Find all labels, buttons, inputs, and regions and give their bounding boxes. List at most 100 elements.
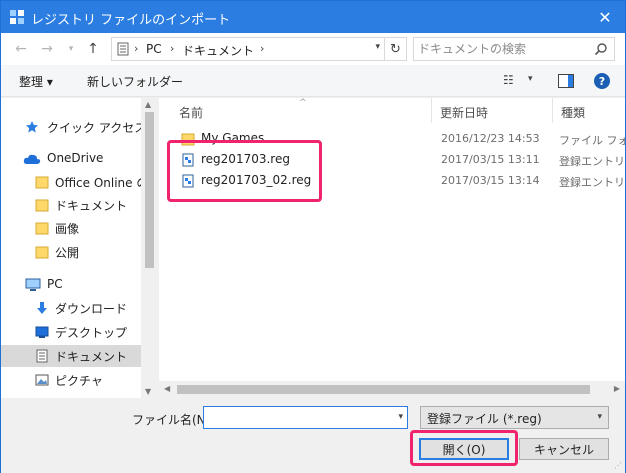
document-location-icon — [117, 42, 129, 56]
sidebar-item-label: ドキュメント — [55, 350, 128, 364]
column-header-label: 名前 — [179, 106, 204, 120]
filename-combobox[interactable]: ▾ — [203, 406, 408, 429]
desktop-icon — [35, 326, 49, 338]
sidebar-item-office-online[interactable]: Office Online の拡 — [1, 171, 158, 193]
recent-locations-button[interactable]: ▾ — [61, 39, 81, 59]
search-icon — [594, 43, 607, 56]
horizontal-scrollbar[interactable]: ◀ ▶ — [159, 381, 625, 398]
chevron-down-icon: ▾ — [597, 412, 602, 422]
help-icon[interactable]: ? — [594, 73, 610, 89]
highlight-open-button — [410, 430, 518, 466]
sidebar-item-pc[interactable]: PC — [1, 274, 141, 296]
file-date: 2017/03/15 13:11 — [441, 153, 540, 166]
address-dropdown-icon[interactable]: ▾ — [375, 42, 380, 52]
navigation-scrollbar[interactable]: ▲ ▼ — [141, 98, 158, 398]
sidebar-item-pictures[interactable]: ピクチャ — [1, 369, 141, 391]
back-button[interactable]: ← — [11, 39, 31, 59]
scroll-left-icon[interactable]: ◀ — [164, 384, 170, 393]
scroll-down-icon[interactable]: ▼ — [145, 387, 151, 396]
window-title: レジストリ ファイルのインポート — [31, 13, 231, 28]
scrollbar-thumb[interactable] — [145, 112, 154, 268]
dialog-footer: ファイル名(N): ▾ 登録ファイル (*.reg) ▾ ⋰ — [1, 399, 625, 473]
arrow-up-icon: ↑ — [87, 41, 99, 57]
column-header-type[interactable]: 種類 — [553, 98, 625, 123]
chevron-right-icon: › — [170, 42, 175, 55]
sidebar-item-label: デスクトップ — [55, 326, 128, 340]
sidebar-item-label: クイック アクセス — [47, 121, 147, 135]
command-bar: 整理 ▾ 新しいフォルダー ☷ ▾ ? — [1, 65, 625, 97]
registry-editor-icon — [10, 10, 24, 24]
preview-pane-icon[interactable] — [558, 74, 574, 88]
close-button[interactable]: ✕ — [585, 1, 625, 33]
highlight-registry-files — [167, 140, 322, 202]
organize-button[interactable]: 整理 ▾ — [19, 73, 53, 90]
address-segment-pc[interactable]: PC — [146, 42, 162, 56]
folder-icon — [35, 246, 49, 259]
arrow-left-icon: ← — [15, 41, 27, 57]
refresh-button[interactable]: ↻ — [384, 38, 406, 60]
computer-icon — [25, 278, 41, 291]
file-type: 登録エントリ — [559, 176, 625, 189]
star-icon — [26, 121, 38, 133]
address-row: ← → ▾ ↑ › PC › ドキュメント › ▾ ↻ — [1, 33, 625, 65]
file-date: 2017/03/15 13:14 — [441, 174, 540, 187]
chevron-down-icon: ▾ — [68, 44, 74, 54]
file-date: 2016/12/23 14:53 — [441, 132, 540, 145]
search-input[interactable] — [418, 40, 588, 58]
folder-icon — [35, 199, 49, 212]
scrollbar-thumb[interactable] — [177, 385, 590, 394]
file-type: ファイル フォルダー — [559, 134, 625, 147]
sidebar-item-onedrive-documents[interactable]: ドキュメント — [1, 194, 141, 216]
cancel-button[interactable]: キャンセル — [519, 438, 609, 460]
address-segment-documents[interactable]: ドキュメント — [182, 42, 254, 59]
view-options-dropdown-icon[interactable]: ▾ — [528, 74, 533, 84]
column-header-date-modified[interactable]: 更新日時 — [432, 98, 552, 123]
sidebar-item-desktop[interactable]: デスクトップ — [1, 321, 141, 343]
sidebar-item-images[interactable]: 画像 — [1, 217, 141, 239]
file-type: 登録エントリ — [559, 155, 625, 168]
new-folder-button[interactable]: 新しいフォルダー — [87, 73, 183, 90]
arrow-right-icon: → — [41, 41, 53, 57]
filetype-select[interactable]: 登録ファイル (*.reg) ▾ — [420, 406, 609, 429]
address-bar[interactable]: › PC › ドキュメント › ▾ ↻ — [111, 37, 407, 61]
sidebar-item-downloads[interactable]: ダウンロード — [1, 297, 141, 319]
column-header-label: 種類 — [561, 106, 586, 120]
help-label: ? — [598, 74, 606, 88]
forward-button[interactable]: → — [37, 39, 57, 59]
scroll-up-icon[interactable]: ▲ — [145, 100, 151, 109]
cloud-icon — [23, 154, 41, 164]
filename-input[interactable] — [206, 409, 386, 426]
change-view-icon[interactable]: ☷ — [503, 73, 514, 87]
picture-icon — [35, 374, 49, 386]
column-header-label: 更新日時 — [440, 106, 489, 120]
sidebar-item-label: ピクチャ — [55, 374, 103, 388]
title-bar: レジストリ ファイルのインポート ✕ — [1, 1, 625, 33]
refresh-icon: ↻ — [390, 41, 401, 57]
column-header-name[interactable]: 名前 — [171, 98, 431, 123]
sidebar-item-onedrive[interactable]: OneDrive — [1, 148, 141, 170]
filetype-value: 登録ファイル (*.reg) — [427, 412, 542, 426]
download-icon — [37, 302, 47, 314]
folder-icon — [35, 222, 49, 235]
sidebar-item-quick-access[interactable]: クイック アクセス — [1, 116, 146, 138]
chevron-down-icon[interactable]: ▾ — [398, 412, 403, 422]
sidebar-item-public[interactable]: 公開 — [1, 241, 141, 263]
sidebar-item-label: 公開 — [55, 246, 80, 260]
navigation-pane: クイック アクセス OneDrive Office Online の拡 ドキュメ… — [1, 98, 158, 398]
import-registry-dialog: レジストリ ファイルのインポート ✕ ← → ▾ ↑ › PC › ドキュメント… — [0, 0, 626, 473]
document-icon — [36, 349, 48, 363]
scroll-right-icon[interactable]: ▶ — [614, 384, 620, 393]
sidebar-item-label: 画像 — [55, 222, 80, 236]
sidebar-item-label: PC — [47, 277, 63, 291]
sidebar-item-label: ドキュメント — [55, 199, 128, 213]
search-box[interactable] — [413, 37, 615, 61]
sidebar-item-label: OneDrive — [47, 151, 104, 165]
chevron-right-icon: › — [260, 42, 265, 55]
resize-grip-icon[interactable]: ⋰ — [614, 461, 622, 470]
close-icon: ✕ — [598, 7, 612, 27]
folder-icon — [35, 176, 49, 189]
chevron-right-icon: › — [134, 42, 139, 55]
up-button[interactable]: ↑ — [83, 39, 103, 59]
sidebar-item-label: ダウンロード — [55, 302, 128, 316]
sidebar-item-documents[interactable]: ドキュメント — [1, 345, 141, 367]
